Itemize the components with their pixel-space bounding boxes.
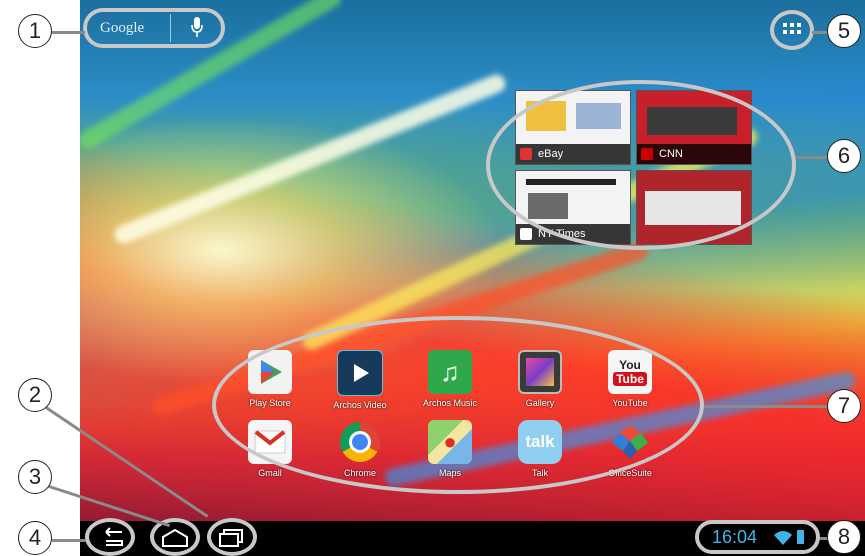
callout-4: 4 bbox=[18, 521, 52, 555]
highlight-back bbox=[85, 518, 135, 556]
highlight-status bbox=[695, 520, 820, 554]
highlight-app-icons bbox=[212, 316, 704, 494]
highlight-web-thumbnails bbox=[486, 80, 796, 250]
nytimes-icon bbox=[520, 228, 532, 240]
highlight-home bbox=[150, 518, 200, 556]
callout-7: 7 bbox=[827, 389, 861, 423]
highlight-search bbox=[83, 8, 225, 48]
highlight-all-apps bbox=[770, 10, 814, 50]
callout-8: 8 bbox=[827, 520, 861, 554]
callout-2: 2 bbox=[18, 378, 52, 412]
leader-1 bbox=[52, 31, 85, 34]
callout-6: 6 bbox=[827, 139, 861, 173]
leader-6 bbox=[796, 156, 828, 159]
callout-5: 5 bbox=[827, 14, 861, 48]
callout-3: 3 bbox=[18, 460, 52, 494]
highlight-recent bbox=[207, 518, 257, 556]
leader-7 bbox=[704, 405, 828, 408]
leader-5 bbox=[812, 31, 828, 34]
callout-1: 1 bbox=[18, 14, 52, 48]
leader-4 bbox=[52, 539, 86, 542]
